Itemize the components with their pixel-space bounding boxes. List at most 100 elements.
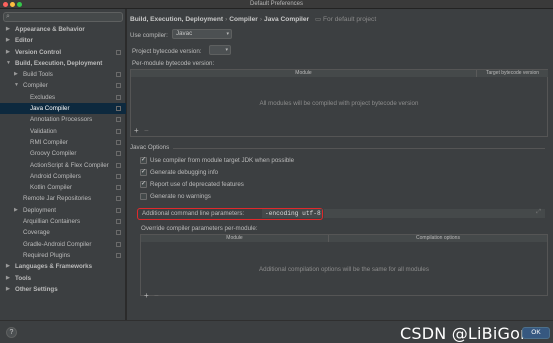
tree-item-groovy-compiler[interactable]: Groovy Compiler — [0, 148, 126, 159]
tree-item-annotation-processors[interactable]: Annotation Processors — [0, 114, 126, 125]
dialog-footer: ? CSDN @LiBiGor OK — [0, 320, 553, 343]
column-header-compilation-options[interactable]: Compilation options — [329, 235, 547, 242]
use-compiler-value: Javac — [176, 30, 193, 37]
option-label: Generate debugging info — [150, 169, 219, 176]
tree-item-editor[interactable]: ▶ Editor — [0, 35, 126, 46]
expand-arrow-icon[interactable]: ▶ — [14, 69, 18, 80]
tree-item-arquillian[interactable]: Arquillian Containers — [0, 216, 126, 227]
tree-item-kotlin-compiler[interactable]: Kotlin Compiler — [0, 182, 126, 193]
chevron-down-icon: ▾ — [225, 47, 228, 53]
override-params-label: Override compiler parameters per-module: — [141, 225, 258, 232]
checkbox-unchecked-icon[interactable] — [140, 193, 147, 200]
expand-arrow-icon[interactable]: ▶ — [6, 273, 10, 284]
tree-item-required-plugins[interactable]: Required Plugins — [0, 250, 126, 261]
tree-item-tools[interactable]: ▶ Tools — [0, 273, 126, 284]
tree-label: Tools — [15, 274, 32, 282]
tree-item-gradle-android[interactable]: Gradle-Android Compiler — [0, 239, 126, 250]
per-module-bytecode-table: Module Target bytecode version All modul… — [130, 69, 548, 137]
tree-label: Required Plugins — [23, 251, 71, 259]
project-scope-icon — [116, 230, 121, 236]
settings-content: Build, Execution, Deployment › Compiler › Ja… — [127, 9, 553, 320]
add-override-button[interactable]: + — [144, 292, 149, 300]
search-icon: ⌕ — [6, 13, 10, 20]
checkbox-checked-icon[interactable]: ✓ — [140, 157, 147, 164]
use-compiler-select[interactable]: Javac ▾ — [172, 29, 232, 39]
remove-module-button[interactable]: − — [144, 127, 149, 135]
tree-label: Android Compilers — [30, 172, 81, 180]
tree-item-build-tools[interactable]: ▶ Build Tools — [0, 69, 126, 80]
tree-item-remote-jar[interactable]: Remote Jar Repositories — [0, 193, 126, 204]
project-scope-icon — [116, 241, 121, 247]
expand-arrow-icon[interactable]: ▶ — [6, 47, 10, 58]
collapse-arrow-icon[interactable]: ▼ — [14, 80, 19, 91]
bytecode-version-label: Project bytecode version: — [132, 48, 202, 55]
empty-table-message: All modules will be compiled with projec… — [259, 100, 419, 107]
additional-params-field-extension[interactable]: ⤢ — [324, 209, 545, 218]
tree-item-build[interactable]: ▼ Build, Execution, Deployment — [0, 58, 126, 69]
option-label: Report use of deprecated features — [150, 181, 244, 188]
tree-label: Annotation Processors — [30, 116, 93, 124]
javac-options-title: Javac Options — [130, 144, 170, 151]
expand-arrow-icon[interactable]: ▶ — [6, 261, 10, 272]
tree-item-other-settings[interactable]: ▶ Other Settings — [0, 284, 126, 295]
section-divider — [173, 148, 545, 149]
tree-label: Remote Jar Repositories — [23, 195, 92, 203]
tree-item-android-compilers[interactable]: Android Compilers — [0, 171, 126, 182]
tree-item-appearance[interactable]: ▶ Appearance & Behavior — [0, 24, 126, 35]
add-module-button[interactable]: + — [134, 127, 139, 135]
project-scope-icon — [116, 83, 121, 89]
expand-arrow-icon[interactable]: ▶ — [6, 284, 10, 295]
chevron-down-icon: ▾ — [226, 31, 229, 37]
project-scope-icon — [116, 185, 121, 191]
expand-arrow-icon[interactable]: ▶ — [14, 205, 18, 216]
tree-label: Other Settings — [15, 285, 58, 293]
tree-label: Editor — [15, 37, 33, 45]
project-scope-icon — [116, 162, 121, 168]
search-input[interactable] — [16, 13, 120, 21]
tree-label: Coverage — [23, 229, 50, 237]
project-scope-icon — [116, 106, 121, 112]
tree-item-java-compiler[interactable]: Java Compiler — [0, 103, 126, 115]
tree-item-coverage[interactable]: Coverage — [0, 227, 126, 238]
remove-override-button[interactable]: − — [154, 292, 159, 300]
use-compiler-label: Use compiler: — [130, 32, 168, 39]
column-header-module[interactable]: Module — [141, 235, 329, 242]
column-header-target-bytecode[interactable]: Target bytecode version — [477, 70, 548, 77]
tree-item-validation[interactable]: Validation — [0, 126, 126, 137]
project-scope-icon — [116, 196, 121, 202]
expand-icon[interactable]: ⤢ — [536, 209, 541, 216]
checkbox-checked-icon[interactable]: ✓ — [140, 181, 147, 188]
settings-search[interactable]: ⌕ — [3, 12, 123, 22]
window-title: Default Preferences — [249, 1, 304, 7]
project-scope-text: For default project — [323, 16, 377, 23]
tree-item-deployment[interactable]: ▶ Deployment — [0, 205, 126, 216]
tree-label: Languages & Frameworks — [15, 263, 93, 271]
tree-label: Excludes — [30, 93, 56, 101]
tree-item-excludes[interactable]: Excludes — [0, 92, 126, 103]
option-label: Generate no warnings — [150, 193, 211, 200]
collapse-arrow-icon[interactable]: ▼ — [6, 58, 11, 69]
project-scope-icon — [116, 139, 121, 145]
project-scope-icon: ▭ — [314, 16, 324, 23]
project-scope-icon — [116, 72, 121, 78]
breadcrumb-build: Build, Execution, Deployment — [130, 16, 224, 23]
checkbox-checked-icon[interactable]: ✓ — [140, 169, 147, 176]
tree-label: Compiler — [23, 82, 48, 90]
column-header-module[interactable]: Module — [131, 70, 477, 77]
tree-label: Build, Execution, Deployment — [15, 59, 103, 67]
ok-button[interactable]: OK — [522, 327, 550, 339]
project-scope-icon — [116, 219, 121, 225]
bytecode-version-select[interactable]: ▾ — [209, 45, 231, 55]
tree-item-version-control[interactable]: ▶ Version Control — [0, 47, 126, 58]
additional-params-input[interactable]: -encoding utf-8 — [262, 209, 322, 218]
help-button[interactable]: ? — [6, 327, 17, 338]
tree-item-languages[interactable]: ▶ Languages & Frameworks — [0, 261, 126, 272]
expand-arrow-icon[interactable]: ▶ — [6, 35, 10, 46]
tree-label: Kotlin Compiler — [30, 184, 72, 192]
tree-item-compiler[interactable]: ▼ Compiler — [0, 80, 126, 91]
tree-item-actionscript[interactable]: ActionScript & Flex Compiler — [0, 160, 126, 171]
expand-arrow-icon[interactable]: ▶ — [6, 24, 10, 35]
tree-item-rmi-compiler[interactable]: RMI Compiler — [0, 137, 126, 148]
breadcrumb-java-compiler: Java Compiler — [264, 16, 310, 23]
tree-label: Deployment — [23, 206, 57, 214]
